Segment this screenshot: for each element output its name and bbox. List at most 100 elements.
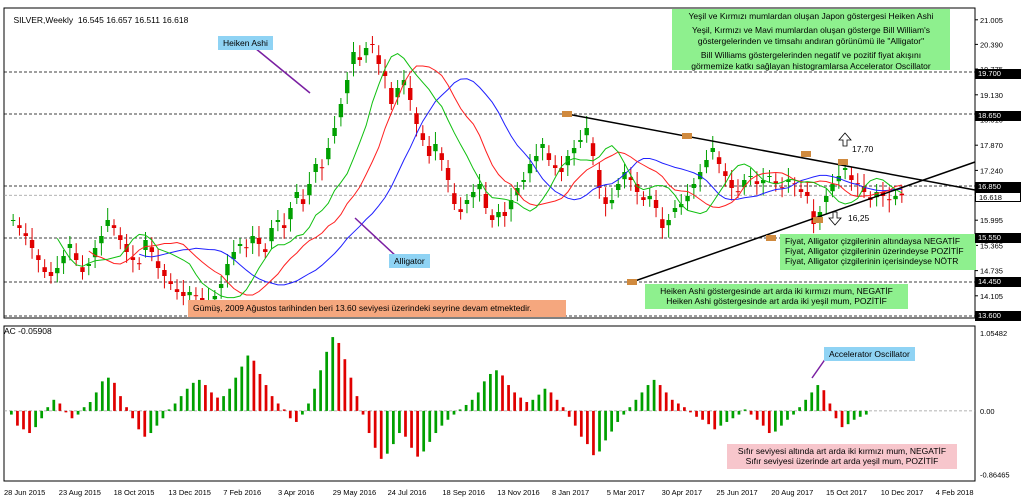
chart-window: 21.00520.39019.77519.13018.51017.87017.2… bbox=[0, 0, 1024, 499]
candle-body bbox=[344, 80, 350, 94]
candle-body bbox=[748, 176, 753, 177]
ac-bar bbox=[113, 382, 116, 411]
candle-body bbox=[111, 225, 117, 228]
ac-bar bbox=[70, 410, 74, 419]
candle-body bbox=[155, 261, 161, 268]
ac-bar bbox=[204, 385, 207, 411]
candle-body bbox=[48, 272, 54, 276]
candle-body bbox=[578, 140, 583, 142]
candle-body bbox=[269, 228, 274, 242]
ac-bar bbox=[404, 410, 407, 437]
ac-bar bbox=[489, 373, 492, 411]
candle-body bbox=[10, 220, 16, 221]
candle-body bbox=[653, 200, 659, 208]
ac-bar bbox=[46, 407, 50, 411]
ac-bar bbox=[222, 396, 225, 411]
candle-body bbox=[754, 181, 760, 184]
candle-body bbox=[685, 196, 690, 202]
time-axis-label: 4 Feb 2018 bbox=[936, 488, 974, 497]
ac-bar bbox=[458, 409, 462, 411]
candle-body bbox=[275, 220, 281, 222]
ac-bar bbox=[337, 342, 341, 411]
ac-bar bbox=[234, 377, 238, 411]
ac-bar bbox=[167, 409, 171, 411]
candle-body bbox=[149, 247, 155, 252]
ac-bar bbox=[816, 385, 820, 411]
candle-body bbox=[55, 268, 60, 274]
candle-body bbox=[67, 244, 73, 248]
ac-bar bbox=[810, 392, 814, 411]
ac-bar bbox=[367, 410, 371, 434]
ac-bar bbox=[683, 407, 686, 411]
candle-body bbox=[363, 48, 369, 56]
heiken-rules-box: Heiken Ashi göstergesinde art arda iki k… bbox=[645, 284, 908, 309]
candle-body bbox=[237, 244, 243, 246]
candle-body bbox=[489, 215, 495, 220]
candle-body bbox=[552, 165, 558, 168]
ac-bar bbox=[216, 397, 219, 411]
ac-bar bbox=[446, 410, 450, 420]
candle-body bbox=[779, 187, 785, 189]
trendline-upper bbox=[566, 113, 976, 191]
heiken-pointer-line bbox=[254, 47, 311, 94]
candle-body bbox=[338, 104, 344, 118]
time-axis-label: 10 Dec 2017 bbox=[881, 488, 924, 497]
time-axis-label: 7 Feb 2016 bbox=[223, 488, 261, 497]
ac-bar bbox=[258, 373, 262, 411]
ac-bar bbox=[561, 407, 565, 411]
candle-body bbox=[609, 200, 615, 204]
time-axis-label: 20 Aug 2017 bbox=[771, 488, 813, 497]
candle-body bbox=[735, 191, 741, 193]
alligator-pointer-line bbox=[354, 217, 398, 258]
ohlc-label: 16.545 16.657 16.511 16.618 bbox=[77, 15, 189, 25]
candle-body bbox=[471, 192, 476, 198]
candle-body bbox=[691, 184, 697, 188]
candle-body bbox=[893, 196, 898, 200]
ac-bar bbox=[543, 388, 547, 411]
candle-body bbox=[42, 267, 47, 272]
candle-body bbox=[842, 168, 848, 170]
legend-line: görmemize katkı sağlayan histogramlarsa … bbox=[691, 61, 931, 71]
ac-bar bbox=[270, 396, 274, 411]
up-arrow-icon bbox=[838, 132, 852, 147]
ac-bar bbox=[246, 355, 250, 411]
ac-bar bbox=[519, 397, 523, 411]
time-axis-label: 28 Jun 2015 bbox=[4, 488, 45, 497]
price-axis-label: 14.105 bbox=[980, 292, 1003, 301]
ac-bar bbox=[828, 403, 832, 411]
ac-bar bbox=[586, 410, 589, 445]
ac-bar bbox=[52, 399, 56, 411]
ac-bar bbox=[676, 403, 680, 411]
ac-bar bbox=[579, 410, 583, 437]
ac-bar bbox=[319, 370, 322, 411]
ac-bar bbox=[276, 403, 280, 411]
indicator-axis-label: 0.00 bbox=[980, 407, 995, 416]
price-axis-label: 21.005 bbox=[980, 16, 1003, 25]
ac-bar bbox=[422, 410, 426, 452]
candle-body bbox=[307, 184, 312, 196]
ac-bar bbox=[731, 410, 735, 419]
ac-bar bbox=[858, 410, 862, 417]
ac-bar bbox=[28, 410, 31, 434]
candle-body bbox=[319, 167, 325, 169]
candle-body bbox=[634, 184, 640, 192]
price-axis-label: 17.870 bbox=[980, 141, 1003, 150]
pivot-marker bbox=[838, 159, 848, 165]
candle-body bbox=[218, 284, 224, 288]
time-axis-label: 13 Dec 2015 bbox=[168, 488, 211, 497]
candle-body bbox=[288, 208, 293, 220]
candle-body bbox=[225, 264, 230, 276]
ac-bar bbox=[482, 381, 486, 411]
candle-body bbox=[830, 184, 835, 192]
ac-bar bbox=[555, 399, 559, 411]
price-axis-label: 14.735 bbox=[980, 267, 1003, 276]
price-label-19700: 19.700 bbox=[975, 69, 1021, 79]
candle-body bbox=[616, 184, 621, 190]
price-axis-label: 15.995 bbox=[980, 216, 1003, 225]
price-label-15550: 15.550 bbox=[975, 233, 1021, 243]
candle-body bbox=[168, 281, 173, 284]
ac-bar bbox=[137, 410, 141, 430]
chart-title: SILVER,Weekly 16.545 16.657 16.511 16.61… bbox=[4, 5, 188, 35]
ac-bar bbox=[88, 402, 92, 411]
price-label-18650: 18.650 bbox=[975, 111, 1021, 121]
